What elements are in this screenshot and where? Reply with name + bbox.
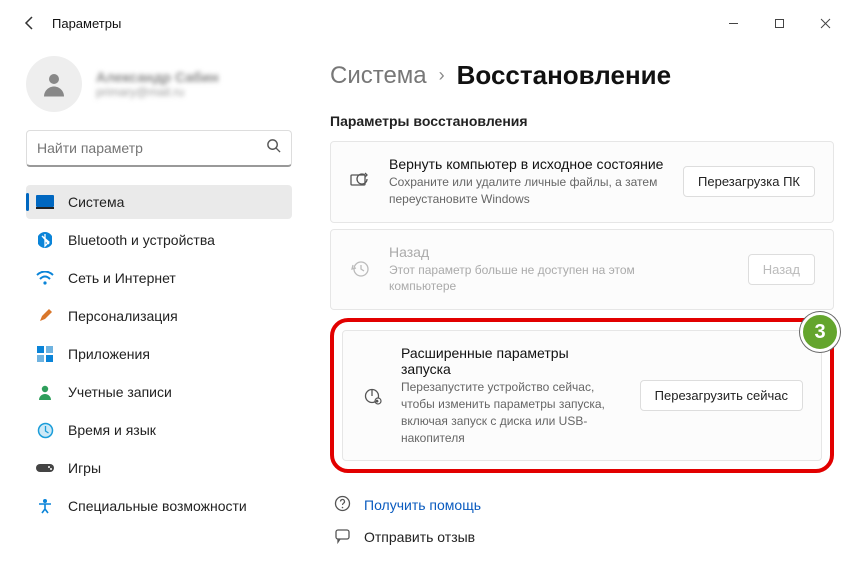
search-input[interactable] <box>37 140 266 156</box>
card-desc: Перезапустите устройство сейчас, чтобы и… <box>401 379 622 446</box>
power-settings-icon <box>361 386 383 406</box>
sidebar-item-accessibility[interactable]: Специальные возможности <box>26 489 292 523</box>
back-button[interactable] <box>14 7 46 39</box>
card-desc: Сохраните или удалите личные файлы, а за… <box>389 174 665 208</box>
annotation-highlight: Расширенные параметры запуска Перезапуст… <box>330 318 834 473</box>
sidebar-item-label: Время и язык <box>68 422 156 438</box>
sidebar-item-time-language[interactable]: Время и язык <box>26 413 292 447</box>
card-title: Расширенные параметры запуска <box>401 345 622 377</box>
search-icon <box>266 138 281 158</box>
avatar <box>26 56 82 112</box>
maximize-button[interactable] <box>756 3 802 43</box>
help-icon <box>334 495 352 515</box>
reset-pc-button[interactable]: Перезагрузка ПК <box>683 166 815 197</box>
sidebar-item-label: Приложения <box>68 346 150 362</box>
go-back-button: Назад <box>748 254 815 285</box>
card-desc: Этот параметр больше не доступен на этом… <box>389 262 669 296</box>
sidebar-item-apps[interactable]: Приложения <box>26 337 292 371</box>
sidebar-item-label: Bluetooth и устройства <box>68 232 215 248</box>
wifi-icon <box>36 269 54 287</box>
card-title: Назад <box>389 244 730 260</box>
brush-icon <box>36 307 54 325</box>
sidebar-item-label: Учетные записи <box>68 384 172 400</box>
section-heading: Параметры восстановления <box>330 113 834 129</box>
search-input-container[interactable] <box>26 130 292 167</box>
close-button[interactable] <box>802 3 848 43</box>
sidebar-item-personalization[interactable]: Персонализация <box>26 299 292 333</box>
help-link[interactable]: Получить помощь <box>364 497 481 513</box>
feedback-link[interactable]: Отправить отзыв <box>364 529 475 545</box>
sidebar-item-system[interactable]: Система <box>26 185 292 219</box>
profile-name: Александр Сабин <box>96 69 219 85</box>
chevron-right-icon: › <box>439 65 445 86</box>
gamepad-icon <box>36 459 54 477</box>
sidebar-item-label: Сеть и Интернет <box>68 270 176 286</box>
breadcrumb-parent[interactable]: Система <box>330 62 427 90</box>
sidebar-item-gaming[interactable]: Игры <box>26 451 292 485</box>
sidebar-item-label: Персонализация <box>68 308 178 324</box>
profile-block[interactable]: Александр Сабин primary@mail.ru <box>26 50 292 130</box>
help-link-row: Получить помощь <box>330 489 834 521</box>
display-icon <box>36 193 54 211</box>
annotation-badge: 3 <box>800 312 840 352</box>
history-icon <box>349 259 371 279</box>
sidebar-item-label: Игры <box>68 460 101 476</box>
breadcrumb: Система › Восстановление <box>330 60 834 91</box>
card-reset-pc: Вернуть компьютер в исходное состояние С… <box>330 141 834 223</box>
breadcrumb-current: Восстановление <box>457 60 671 91</box>
bluetooth-icon <box>36 231 54 249</box>
sidebar-item-network[interactable]: Сеть и Интернет <box>26 261 292 295</box>
globe-clock-icon <box>36 421 54 439</box>
apps-icon <box>36 345 54 363</box>
profile-email: primary@mail.ru <box>96 85 219 99</box>
reset-icon <box>349 172 371 192</box>
sidebar-item-bluetooth[interactable]: Bluetooth и устройства <box>26 223 292 257</box>
feedback-link-row: Отправить отзыв <box>330 521 834 553</box>
card-advanced-startup: Расширенные параметры запуска Перезапуст… <box>342 330 822 461</box>
feedback-icon <box>334 527 352 547</box>
app-title: Параметры <box>52 16 121 31</box>
sidebar-item-accounts[interactable]: Учетные записи <box>26 375 292 409</box>
accessibility-icon <box>36 497 54 515</box>
sidebar-item-label: Система <box>68 194 124 210</box>
restart-now-button[interactable]: Перезагрузить сейчас <box>640 380 803 411</box>
person-icon <box>36 383 54 401</box>
card-title: Вернуть компьютер в исходное состояние <box>389 156 665 172</box>
sidebar-item-label: Специальные возможности <box>68 498 247 514</box>
card-go-back: Назад Этот параметр больше не доступен н… <box>330 229 834 311</box>
minimize-button[interactable] <box>710 3 756 43</box>
